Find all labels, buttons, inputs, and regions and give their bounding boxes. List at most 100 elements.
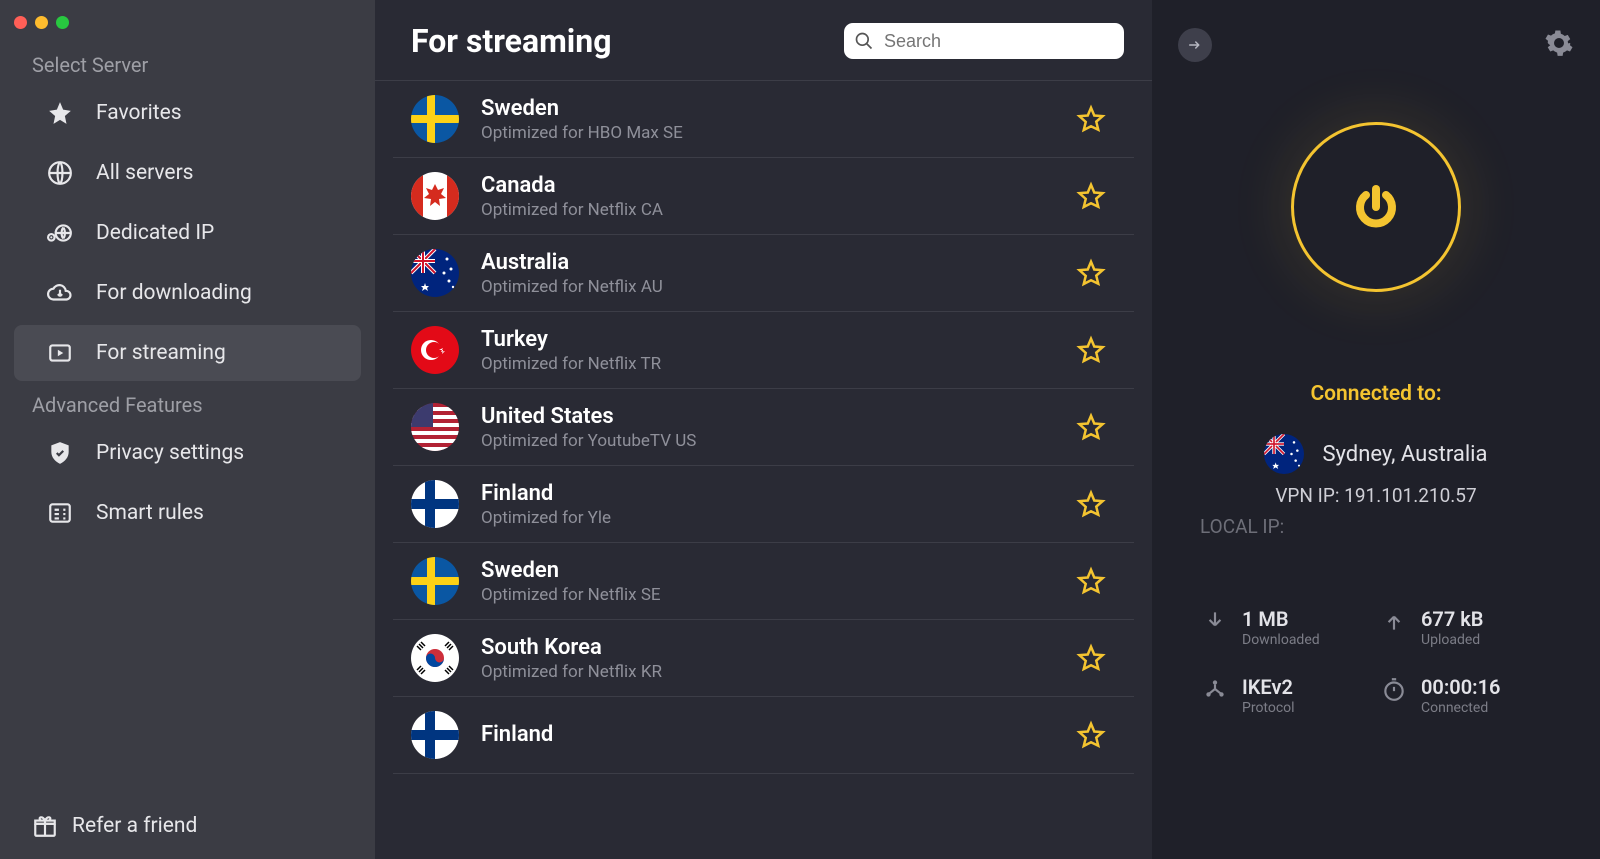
- rules-icon: [46, 499, 74, 527]
- sidebar-item-for-downloading[interactable]: For downloading: [14, 265, 361, 321]
- connection-stats: 1 MB Downloaded 677 kB Uploaded IKEv2 Pr…: [1152, 608, 1600, 716]
- connected-to-label: Connected to:: [1310, 382, 1441, 406]
- server-name: Finland: [481, 722, 1076, 747]
- star-outline-icon: [1076, 335, 1106, 365]
- server-name: Turkey: [481, 327, 1076, 352]
- server-text: FinlandOptimized for Yle: [481, 481, 1076, 528]
- stat-protocol: IKEv2 Protocol: [1202, 676, 1371, 716]
- refer-label: Refer a friend: [72, 814, 197, 838]
- star-outline-icon: [1076, 412, 1106, 442]
- dedicated-ip-icon: [46, 219, 74, 247]
- maximize-window-button[interactable]: [56, 16, 69, 29]
- server-subtitle: Optimized for YoutubeTV US: [481, 431, 1076, 451]
- sidebar-item-smart-rules[interactable]: Smart rules: [14, 485, 361, 541]
- sidebar-item-favorites[interactable]: Favorites: [14, 85, 361, 141]
- star-outline-icon: [1076, 720, 1106, 750]
- favorite-toggle[interactable]: [1076, 720, 1106, 750]
- sidebar-item-privacy-settings[interactable]: Privacy settings: [14, 425, 361, 481]
- server-subtitle: Optimized for Netflix SE: [481, 585, 1076, 605]
- search-wrap: [844, 23, 1124, 59]
- sidebar-item-label: Privacy settings: [96, 441, 244, 465]
- stat-downloaded: 1 MB Downloaded: [1202, 608, 1371, 648]
- search-icon: [854, 31, 874, 51]
- flag-icon: [411, 480, 459, 528]
- gear-icon: [1544, 28, 1574, 58]
- power-toggle-button[interactable]: [1291, 122, 1461, 292]
- server-text: AustraliaOptimized for Netflix AU: [481, 250, 1076, 297]
- server-text: TurkeyOptimized for Netflix TR: [481, 327, 1076, 374]
- download-arrow-icon: [1202, 608, 1228, 634]
- stat-connected-time: 00:00:16 Connected: [1381, 676, 1550, 716]
- sidebar-item-label: For streaming: [96, 341, 226, 365]
- flag-icon: [411, 95, 459, 143]
- flag-icon: [411, 403, 459, 451]
- star-outline-icon: [1076, 489, 1106, 519]
- server-name: Sweden: [481, 96, 1076, 121]
- power-icon: [1352, 183, 1400, 231]
- server-row[interactable]: TurkeyOptimized for Netflix TR: [393, 312, 1134, 389]
- sidebar-item-label: All servers: [96, 161, 194, 185]
- star-outline-icon: [1076, 258, 1106, 288]
- favorite-toggle[interactable]: [1076, 412, 1106, 442]
- stat-label: Uploaded: [1421, 632, 1484, 648]
- stat-label: Connected: [1421, 700, 1500, 716]
- server-row[interactable]: Finland: [393, 697, 1134, 774]
- server-row[interactable]: SwedenOptimized for HBO Max SE: [393, 81, 1134, 158]
- server-text: SwedenOptimized for Netflix SE: [481, 558, 1076, 605]
- server-name: Finland: [481, 481, 1076, 506]
- status-panel: Connected to: Sydney, Australia VPN IP: …: [1152, 0, 1600, 859]
- star-outline-icon: [1076, 181, 1106, 211]
- server-text: CanadaOptimized for Netflix CA: [481, 173, 1076, 220]
- stat-uploaded: 677 kB Uploaded: [1381, 608, 1550, 648]
- search-input[interactable]: [844, 23, 1124, 59]
- location-text: Sydney, Australia: [1322, 442, 1487, 467]
- server-row[interactable]: South KoreaOptimized for Netflix KR: [393, 620, 1134, 697]
- sidebar-item-label: Favorites: [96, 101, 182, 125]
- server-subtitle: Optimized for Netflix AU: [481, 277, 1076, 297]
- favorite-toggle[interactable]: [1076, 335, 1106, 365]
- stat-value: IKEv2: [1242, 676, 1295, 698]
- shield-icon: [46, 439, 74, 467]
- main-header: For streaming: [375, 0, 1152, 81]
- server-row[interactable]: CanadaOptimized for Netflix CA: [393, 158, 1134, 235]
- favorite-toggle[interactable]: [1076, 258, 1106, 288]
- favorite-toggle[interactable]: [1076, 489, 1106, 519]
- protocol-icon: [1202, 676, 1228, 702]
- cloud-download-icon: [46, 279, 74, 307]
- server-name: United States: [481, 404, 1076, 429]
- window-controls: [0, 10, 375, 43]
- vpn-ip-label: VPN IP:: [1275, 484, 1339, 507]
- arrow-right-icon: [1186, 36, 1204, 54]
- favorite-toggle[interactable]: [1076, 104, 1106, 134]
- server-list[interactable]: SwedenOptimized for HBO Max SE CanadaOpti…: [375, 81, 1152, 859]
- sidebar-item-for-streaming[interactable]: For streaming: [14, 325, 361, 381]
- star-outline-icon: [1076, 104, 1106, 134]
- server-row[interactable]: SwedenOptimized for Netflix SE: [393, 543, 1134, 620]
- server-text: Finland: [481, 722, 1076, 749]
- favorite-toggle[interactable]: [1076, 566, 1106, 596]
- server-subtitle: Optimized for Netflix CA: [481, 200, 1076, 220]
- stat-value: 677 kB: [1421, 608, 1484, 630]
- gift-icon: [32, 813, 58, 839]
- favorite-toggle[interactable]: [1076, 643, 1106, 673]
- close-window-button[interactable]: [14, 16, 27, 29]
- server-row[interactable]: United StatesOptimized for YoutubeTV US: [393, 389, 1134, 466]
- stat-value: 1 MB: [1242, 608, 1320, 630]
- settings-button[interactable]: [1544, 28, 1574, 58]
- flag-icon: [411, 172, 459, 220]
- server-row[interactable]: AustraliaOptimized for Netflix AU: [393, 235, 1134, 312]
- vpn-ip-line: VPN IP: 191.101.210.57: [1275, 484, 1476, 507]
- minimize-window-button[interactable]: [35, 16, 48, 29]
- server-row[interactable]: FinlandOptimized for Yle: [393, 466, 1134, 543]
- flag-icon: [411, 557, 459, 605]
- collapse-panel-button[interactable]: [1178, 28, 1212, 62]
- sidebar-section-advanced: Advanced Features: [0, 383, 375, 423]
- sidebar-item-all-servers[interactable]: All servers: [14, 145, 361, 201]
- favorite-toggle[interactable]: [1076, 181, 1106, 211]
- globe-icon: [46, 159, 74, 187]
- refer-a-friend-button[interactable]: Refer a friend: [32, 813, 197, 839]
- star-icon: [46, 99, 74, 127]
- server-text: South KoreaOptimized for Netflix KR: [481, 635, 1076, 682]
- sidebar-item-dedicated-ip[interactable]: Dedicated IP: [14, 205, 361, 261]
- vpn-ip-value: 191.101.210.57: [1344, 484, 1477, 507]
